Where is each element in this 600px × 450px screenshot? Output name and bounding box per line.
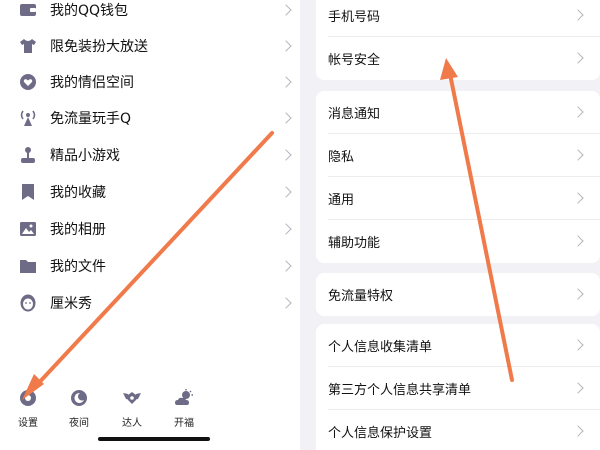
signal-tower-icon	[18, 108, 38, 128]
notifications-label: 消息通知	[328, 107, 381, 122]
tshirt-icon	[18, 36, 38, 56]
chevron-right-icon	[280, 223, 292, 235]
moon-icon	[69, 388, 89, 408]
kaifu-label: 开福	[174, 418, 194, 429]
menu-item-favorites[interactable]: 我的收藏	[0, 174, 300, 210]
menu-item-label: 我的文件	[50, 259, 106, 275]
chevron-right-icon	[280, 297, 292, 309]
joystick-icon	[18, 145, 38, 165]
settings-button[interactable]: 设置	[6, 388, 50, 434]
chevron-right-icon	[572, 425, 584, 437]
chevron-right-icon	[572, 382, 584, 394]
folder-icon	[18, 256, 38, 276]
menu-item-qq-wallet[interactable]: 我的QQ钱包	[0, 0, 300, 28]
settings-group-account: 手机号码 帐号安全	[316, 0, 600, 80]
free-data-privilege-label: 免流量特权	[328, 289, 394, 304]
expert-button[interactable]: 达人	[110, 388, 154, 434]
phone-number-row[interactable]: 手机号码	[316, 0, 600, 37]
menu-item-free-data[interactable]: 免流量玩手Q	[0, 100, 300, 136]
chevron-right-icon	[280, 40, 292, 52]
free-data-privilege-row[interactable]: 免流量特权	[316, 273, 600, 316]
settings-panel: 手机号码 帐号安全 消息通知 隐私 通用 辅助功能 免流量特权 个人信息收集清单…	[300, 0, 600, 450]
image-icon	[18, 219, 38, 239]
menu-item-mini-games[interactable]: 精品小游戏	[0, 137, 300, 173]
menu-item-label: 限免装扮大放送	[50, 39, 148, 55]
side-drawer: 我的QQ钱包 限免装扮大放送 我的情侣空间 免流量玩手Q 精品小游戏 我的收藏 …	[0, 0, 300, 450]
avatar-face-icon	[18, 293, 38, 313]
chevron-right-icon	[280, 186, 292, 198]
kaifu-button[interactable]: 开福	[162, 388, 206, 434]
menu-item-free-dressup[interactable]: 限免装扮大放送	[0, 28, 300, 64]
chevron-right-icon	[572, 192, 584, 204]
chevron-right-icon	[280, 4, 292, 16]
menu-item-label: 我的相册	[50, 222, 106, 238]
sun-cloud-icon	[174, 388, 194, 408]
general-row[interactable]: 通用	[316, 177, 600, 220]
menu-item-label: 厘米秀	[50, 296, 92, 312]
third-party-sharing-list-label: 第三方个人信息共享清单	[328, 383, 472, 398]
expert-label: 达人	[122, 418, 142, 429]
menu-item-label: 我的收藏	[50, 185, 106, 201]
menu-item-cmshow[interactable]: 厘米秀	[0, 285, 300, 321]
chevron-right-icon	[572, 9, 584, 21]
night-mode-button[interactable]: 夜间	[57, 388, 101, 434]
info-collection-list-row[interactable]: 个人信息收集清单	[316, 324, 600, 367]
info-collection-list-label: 个人信息收集清单	[328, 340, 433, 355]
privacy-row[interactable]: 隐私	[316, 134, 600, 177]
chevron-right-icon	[572, 52, 584, 64]
chevron-right-icon	[572, 149, 584, 161]
settings-group-personal-info: 个人信息收集清单 第三方个人信息共享清单 个人信息保护设置	[316, 324, 600, 450]
wallet-icon	[18, 0, 38, 20]
third-party-sharing-list-row[interactable]: 第三方个人信息共享清单	[316, 367, 600, 410]
menu-item-label: 免流量玩手Q	[50, 111, 132, 127]
accessibility-row[interactable]: 辅助功能	[316, 220, 600, 263]
chevron-right-icon	[572, 235, 584, 247]
bookmark-icon	[18, 182, 38, 202]
info-protection-settings-label: 个人信息保护设置	[328, 426, 433, 441]
night-mode-label: 夜间	[69, 418, 89, 429]
menu-item-label: 我的QQ钱包	[50, 3, 129, 19]
settings-label: 设置	[18, 418, 38, 429]
general-label: 通用	[328, 193, 355, 208]
info-protection-settings-row[interactable]: 个人信息保护设置	[316, 410, 600, 450]
accessibility-label: 辅助功能	[328, 236, 381, 251]
chevron-right-icon	[280, 112, 292, 124]
chevron-right-icon	[572, 339, 584, 351]
notifications-row[interactable]: 消息通知	[316, 91, 600, 134]
account-security-label: 帐号安全	[328, 53, 381, 68]
phone-number-label: 手机号码	[328, 10, 381, 25]
heart-icon	[18, 72, 38, 92]
privacy-label: 隐私	[328, 150, 355, 165]
account-security-row[interactable]: 帐号安全	[316, 37, 600, 80]
menu-item-label: 精品小游戏	[50, 148, 120, 164]
settings-group-data: 免流量特权	[316, 273, 600, 316]
home-indicator	[98, 437, 210, 441]
menu-item-couple-space[interactable]: 我的情侣空间	[0, 64, 300, 100]
gear-icon	[18, 388, 38, 408]
chevron-right-icon	[280, 76, 292, 88]
chevron-right-icon	[280, 149, 292, 161]
badge-wings-icon	[122, 388, 142, 408]
settings-group-general: 消息通知 隐私 通用 辅助功能	[316, 91, 600, 263]
chevron-right-icon	[572, 106, 584, 118]
chevron-right-icon	[572, 288, 584, 300]
menu-item-files[interactable]: 我的文件	[0, 248, 300, 284]
menu-item-album[interactable]: 我的相册	[0, 211, 300, 247]
chevron-right-icon	[280, 260, 292, 272]
menu-item-label: 我的情侣空间	[50, 75, 134, 91]
